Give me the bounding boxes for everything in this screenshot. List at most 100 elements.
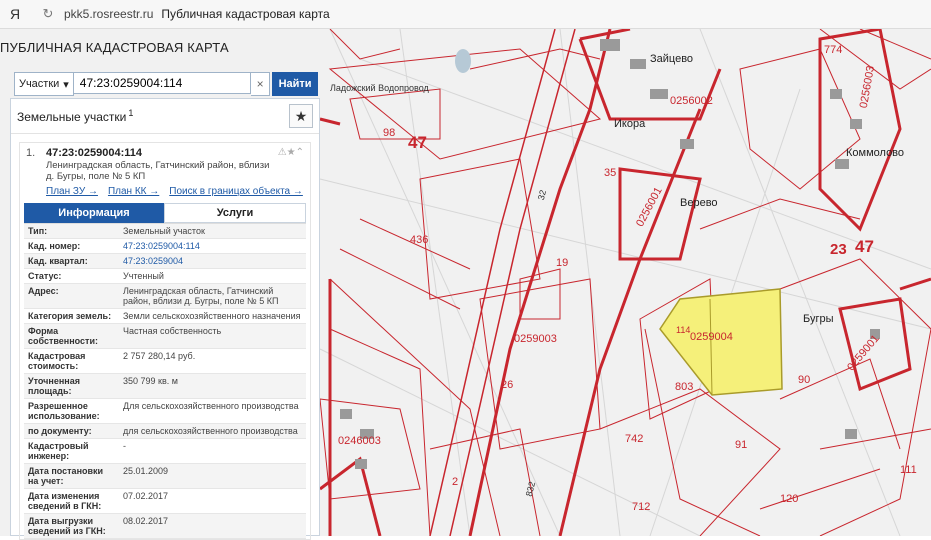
panel-title-text: Земельные участки: [17, 110, 127, 124]
clear-icon[interactable]: ×: [251, 72, 271, 96]
info-value: Учтенный: [123, 271, 164, 281]
map-label-parcel: 712: [632, 501, 651, 513]
tab-information[interactable]: Информация: [24, 203, 164, 223]
search-button[interactable]: Найти: [272, 72, 319, 96]
result-links: План ЗУ → План КК → Поиск в границах объ…: [20, 182, 310, 201]
search-input[interactable]: [73, 72, 252, 94]
info-value: Земли сельскохозяйственного назначения: [123, 311, 301, 321]
table-row: Тип: Земельный участок: [24, 224, 306, 239]
result-actions-icon[interactable]: ⚠★⌃: [278, 147, 304, 182]
result-card: 1. 47:23:0259004:114 Ленинградская облас…: [19, 142, 311, 540]
info-key: Категория земель:: [28, 311, 112, 321]
map-label-parcel: 90: [798, 374, 811, 386]
table-row: Разрешенное использование: Для сельскохоз…: [24, 399, 306, 424]
info-value: Земельный участок: [123, 226, 205, 236]
map-label-parcel: 774: [824, 44, 843, 56]
map-label-zaytsevo: Зайцево: [650, 53, 694, 65]
result-number: 1.: [26, 147, 36, 159]
map-label-quarter: 0259003: [514, 333, 557, 345]
search-type-select[interactable]: Участки ▾: [14, 72, 74, 96]
results-panel: Земельные участки 1 ★ 1. 47:23:0259004:11…: [10, 98, 320, 540]
info-value: Для сельскохозяйственного производства: [123, 401, 299, 411]
link-plan-zu[interactable]: План ЗУ →: [46, 186, 98, 197]
browser-bar: Я ↻ pkk5.rosreestr.ru Публичная кадастро…: [0, 0, 931, 29]
info-key: Тип:: [28, 226, 48, 236]
info-value: 350 799 кв. м: [123, 376, 178, 386]
map-label-parcel: 26: [501, 379, 514, 391]
info-key: Статус:: [28, 271, 62, 281]
info-key: Адрес:: [28, 286, 59, 296]
map-label-ikora: Икора: [614, 118, 646, 130]
search-type-label: Участки: [18, 78, 60, 90]
info-table: Тип: Земельный участок Кад. номер: 47:23:02…: [24, 223, 306, 539]
map-label-district: 23: [830, 241, 847, 258]
info-key: Дата изменения сведений в ГКН:: [28, 491, 102, 511]
table-row: Кад. номер: 47:23:0259004:114: [24, 239, 306, 254]
info-value: 08.02.2017: [123, 516, 169, 526]
map-label-region: 47: [408, 133, 427, 152]
search-bar: Участки ▾ × Найти: [14, 72, 319, 96]
table-row: Статус: Учтенный: [24, 269, 306, 284]
map-label-parcel: 742: [625, 433, 644, 445]
map-label-parcel: 98: [383, 127, 396, 139]
info-value: 25.01.2009: [123, 466, 169, 476]
table-row: Кад. квартал: 47:23:0259004: [24, 254, 306, 269]
map-label-bugry: Бугры: [803, 313, 834, 325]
info-key: Разрешенное использование:: [28, 401, 100, 421]
info-value[interactable]: 47:23:0259004: [119, 254, 306, 268]
table-row: Дата изменения сведений в ГКН: 07.02.2017: [24, 489, 306, 514]
info-key: Дата выгрузки сведений из ГКН:: [28, 516, 106, 536]
map-label-quarter: 0256002: [670, 95, 713, 107]
address-bar-url[interactable]: pkk5.rosreestr.ru: [64, 7, 153, 21]
info-value: 2 757 280,14 руб.: [123, 351, 196, 361]
info-key: Форма собственности:: [28, 326, 98, 346]
table-row: Дата выгрузки сведений из ГКН: 08.02.2017: [24, 514, 306, 539]
tab-services[interactable]: Услуги: [164, 203, 306, 223]
panel-title: Земельные участки 1: [17, 108, 133, 124]
table-row: Категория земель: Земли сельскохозяйствен…: [24, 309, 306, 324]
info-value[interactable]: 47:23:0259004:114: [119, 239, 306, 253]
table-row: Уточненная площадь: 350 799 кв. м: [24, 374, 306, 399]
result-address: Ленинградская область, Гатчинский район,…: [46, 160, 270, 182]
map-label-verevo: Верево: [680, 197, 718, 209]
favorite-star-icon[interactable]: ★: [289, 104, 313, 128]
reload-icon[interactable]: ↻: [38, 6, 58, 22]
result-cadastral-id[interactable]: 47:23:0259004:114: [46, 147, 278, 159]
map-label-parcel: 111: [900, 464, 917, 476]
map-label-parcel: 120: [780, 493, 799, 505]
info-tabs: Информация Услуги: [24, 203, 306, 223]
table-row: Дата постановки на учет: 25.01.2009: [24, 464, 306, 489]
table-row: Кадастровая стоимость: 2 757 280,14 руб.: [24, 349, 306, 374]
table-row: Кадастровый инженер: -: [24, 439, 306, 464]
table-row: Адрес: Ленинградская область, Гатчинский …: [24, 284, 306, 309]
chevron-down-icon: ▾: [63, 78, 69, 91]
page-title: ПУБЛИЧНАЯ КАДАСТРОВАЯ КАРТА: [0, 40, 229, 55]
info-key: Кадастровый инженер:: [28, 441, 89, 461]
link-plan-kk[interactable]: План КК →: [108, 186, 159, 197]
info-value: для сельскохозяйственного производства: [123, 426, 298, 436]
map-label-parcel: 91: [735, 439, 748, 451]
info-key: Уточненная площадь:: [28, 376, 80, 396]
info-value: 07.02.2017: [123, 491, 169, 501]
map-label-parcel: 2: [452, 476, 459, 488]
result-count: 1: [128, 108, 134, 118]
info-key: Кад. квартал:: [28, 256, 88, 266]
map-label-kommolovo: Коммолово: [846, 147, 905, 159]
map-label-parcel: 114: [676, 325, 691, 335]
map-label-parcel: 19: [556, 257, 569, 269]
page-tab-title: Публичная кадастровая карта: [161, 7, 330, 21]
link-search-in-bounds[interactable]: Поиск в границах объекта →: [169, 186, 303, 197]
panel-header: Земельные участки 1 ★: [11, 99, 319, 134]
info-key: по документу:: [28, 426, 92, 436]
info-key: Кадастровая стоимость:: [28, 351, 86, 371]
map-label-parcel: 803: [675, 381, 694, 393]
info-value: -: [123, 441, 126, 451]
table-row: по документу: для сельскохозяйственного п…: [24, 424, 306, 439]
table-row: Форма собственности: Частная собственност…: [24, 324, 306, 349]
yandex-logo-icon[interactable]: Я: [4, 6, 26, 22]
info-key: Кад. номер:: [28, 241, 81, 251]
info-value: Частная собственность: [123, 326, 222, 336]
map-label-water-pipe: Ладожский Водопровод: [330, 83, 429, 93]
map-label-parcel: 436: [410, 234, 429, 246]
info-key: Дата постановки на учет:: [28, 466, 104, 486]
